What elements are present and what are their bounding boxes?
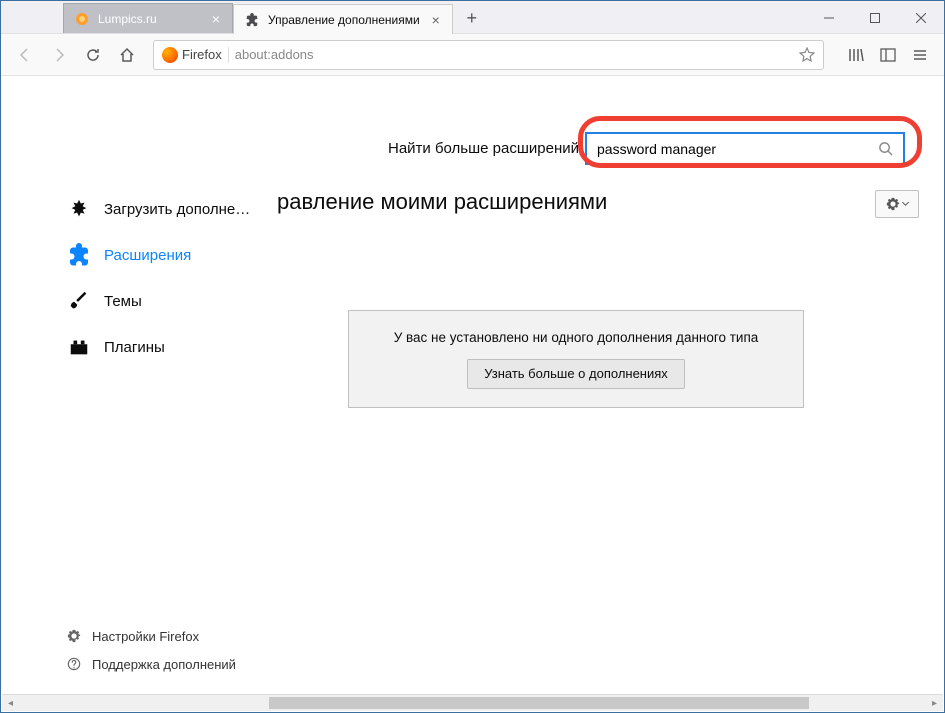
sidebar-button[interactable] [872,39,904,71]
support-link[interactable]: Поддержка дополнений [66,656,236,672]
tab-bar: Lumpics.ru × Управление дополнениями × + [1,1,944,34]
extensions-search-input[interactable] [585,132,905,165]
learn-more-button[interactable]: Узнать больше о дополнениях [467,359,685,389]
search-icon[interactable] [871,132,899,165]
empty-message: У вас не установлено ни одного дополнени… [394,330,759,345]
firefox-logo-icon [162,47,178,63]
addons-content: Найти больше расширений Загрузить дополн… [2,77,943,694]
sidebar-item-label: Темы [104,293,142,310]
tab-label: Lumpics.ru [98,12,200,26]
page-heading: равление моими расширениями [277,189,607,215]
plugin-icon [66,334,92,360]
minimize-button[interactable] [806,1,852,34]
window-controls [806,1,944,34]
library-button[interactable] [840,39,872,71]
tools-menu-button[interactable] [875,190,919,218]
brush-icon [66,288,92,314]
new-tab-button[interactable]: + [457,3,487,33]
help-icon [66,656,82,672]
preferences-link[interactable]: Настройки Firefox [66,628,236,644]
sidebar-item-label: Плагины [104,339,165,356]
sidebar-item-label: Загрузить дополне… [104,201,250,218]
get-addons-icon [66,196,92,222]
tab-lumpics[interactable]: Lumpics.ru × [63,3,233,33]
sidebar-item-themes[interactable]: Темы [66,281,286,321]
search-label: Найти больше расширений [388,140,579,157]
close-window-button[interactable] [898,1,944,34]
horizontal-scrollbar[interactable]: ◂ ▸ [2,694,943,711]
puzzle-icon [66,242,92,268]
footer-links: Настройки Firefox Поддержка дополнений [66,628,236,672]
gear-icon [886,197,900,211]
back-button[interactable] [9,39,41,71]
app-menu-button[interactable] [904,39,936,71]
search-area: Найти больше расширений [2,132,943,165]
close-icon[interactable]: × [428,12,444,28]
tab-label: Управление дополнениями [268,13,420,27]
nav-toolbar: Firefox about:addons [1,34,944,76]
reload-button[interactable] [77,39,109,71]
forward-button[interactable] [43,39,75,71]
identity-box[interactable]: Firefox [162,47,229,63]
puzzle-icon [244,12,260,28]
scroll-left-icon[interactable]: ◂ [2,695,19,712]
link-label: Настройки Firefox [92,629,199,644]
link-label: Поддержка дополнений [92,657,236,672]
url-bar[interactable]: Firefox about:addons [153,40,824,70]
sidebar-item-extensions[interactable]: Расширения [66,235,286,275]
scroll-thumb[interactable] [269,697,809,709]
sidebar-item-plugins[interactable]: Плагины [66,327,286,367]
scroll-track[interactable] [19,695,926,711]
sidebar-item-label: Расширения [104,247,191,264]
url-text: about:addons [235,47,793,62]
close-icon[interactable]: × [208,11,224,27]
bookmark-star-icon[interactable] [799,47,815,63]
addons-sidebar: Загрузить дополне… Расширения Темы Плаги… [66,189,286,373]
maximize-button[interactable] [852,1,898,34]
empty-state: У вас не установлено ни одного дополнени… [348,310,804,408]
gear-icon [66,628,82,644]
tab-addons[interactable]: Управление дополнениями × [233,4,453,34]
identity-label: Firefox [182,47,222,62]
chevron-down-icon [902,202,909,206]
sidebar-item-get-addons[interactable]: Загрузить дополне… [66,189,286,229]
scroll-right-icon[interactable]: ▸ [926,695,943,712]
home-button[interactable] [111,39,143,71]
site-favicon-icon [74,11,90,27]
